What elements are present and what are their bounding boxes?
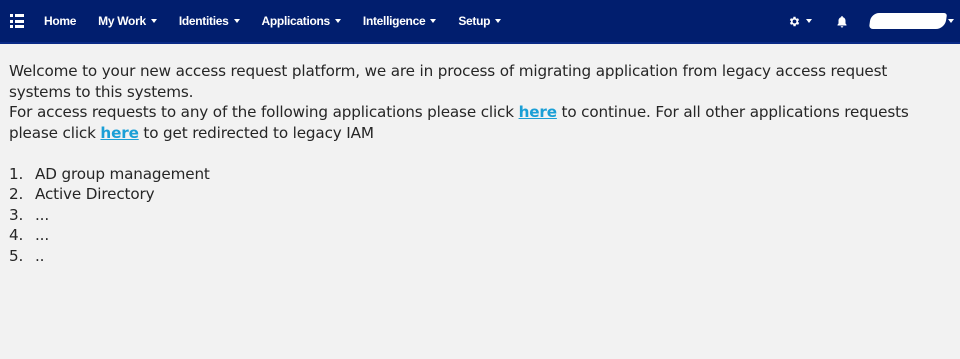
- list-item-label: ...: [35, 205, 50, 224]
- hamburger-menu-icon[interactable]: [10, 14, 24, 28]
- list-number: 2.: [9, 185, 24, 203]
- caret-down-icon: [150, 19, 157, 23]
- nav-setup-label: Setup: [458, 14, 491, 28]
- nav-intelligence-label: Intelligence: [362, 14, 426, 28]
- caret-down-icon: [948, 19, 954, 23]
- list-item: 3....: [9, 205, 950, 226]
- here-link-legacy-iam[interactable]: here: [100, 124, 138, 142]
- top-navbar: Home My Work Identities Applications Int…: [0, 0, 960, 44]
- nav-my-work[interactable]: My Work: [98, 14, 157, 28]
- caret-down-icon: [806, 19, 812, 23]
- list-item: 4....: [9, 225, 950, 246]
- bell-icon: [837, 15, 847, 27]
- user-menu[interactable]: [868, 13, 954, 29]
- list-number: 1.: [9, 164, 24, 183]
- main-content: Welcome to your new access request platf…: [0, 44, 960, 266]
- here-link-continue[interactable]: here: [519, 103, 557, 121]
- welcome-message: Welcome to your new access request platf…: [9, 62, 888, 101]
- list-item: 1. AD group management: [9, 164, 950, 185]
- list-item: 2. Active Directory: [9, 184, 950, 205]
- caret-down-icon: [334, 19, 341, 23]
- redacted-username: [868, 13, 948, 29]
- navbar-right-tools: [788, 0, 954, 42]
- instructions-text-3: to get redirected to legacy IAM: [138, 123, 374, 142]
- list-item-label: AD group management: [35, 164, 210, 183]
- application-list: 1. AD group management 2. Active Directory…: [9, 164, 950, 267]
- nav-identities[interactable]: Identities: [179, 14, 240, 28]
- list-number: 5.: [9, 246, 24, 265]
- nav-identities-label: Identities: [178, 14, 229, 28]
- gear-icon: [789, 16, 800, 26]
- nav-setup[interactable]: Setup: [458, 14, 502, 28]
- list-item: 5...: [9, 246, 950, 267]
- nav-applications-label: Applications: [261, 14, 331, 28]
- list-item-label: ..: [35, 246, 45, 265]
- list-number: 3.: [9, 205, 24, 224]
- list-item-label: ...: [35, 226, 50, 244]
- instructions-text-1: For access requests to any of the follow…: [9, 103, 519, 121]
- caret-down-icon: [430, 19, 437, 23]
- nav-my-work-label: My Work: [98, 14, 146, 28]
- instructions-paragraph: For access requests to any of the follow…: [9, 102, 950, 143]
- nav-home[interactable]: Home: [44, 14, 76, 28]
- notifications-button[interactable]: [836, 15, 848, 28]
- caret-down-icon: [495, 19, 502, 23]
- settings-menu[interactable]: [788, 15, 812, 28]
- nav-home-label: Home: [44, 14, 77, 28]
- list-item-label: Active Directory: [35, 185, 155, 203]
- list-number: 4.: [9, 226, 24, 244]
- nav-applications[interactable]: Applications: [262, 14, 341, 28]
- caret-down-icon: [233, 19, 240, 23]
- nav-intelligence[interactable]: Intelligence: [362, 14, 437, 28]
